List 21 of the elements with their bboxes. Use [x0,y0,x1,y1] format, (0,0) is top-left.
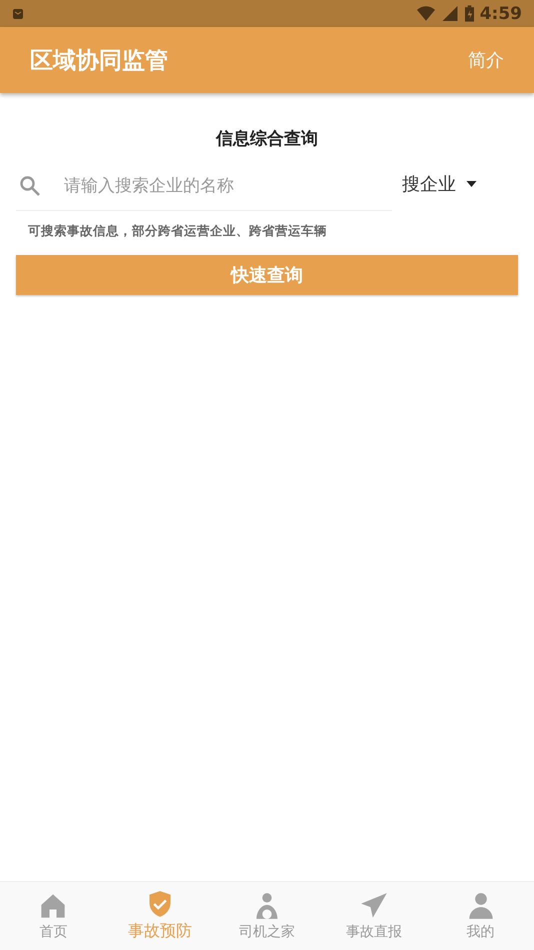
signal-icon [440,6,459,21]
nav-tab[interactable]: 首页 [0,882,107,950]
intro-button[interactable]: 简介 [468,44,504,76]
wifi-icon [416,6,435,21]
quick-search-button[interactable]: 快速查询 [16,255,518,295]
caret-icon [466,181,477,187]
battery-icon [464,5,474,22]
person-icon [466,892,495,920]
nav-tab[interactable]: 我的 [427,882,534,950]
nav-tab[interactable]: 司机之家 [214,882,320,950]
search-hint: 可搜索事故信息，部分跨省运营企业、跨省营运车辆 [28,223,328,240]
nav-tab[interactable]: 事故直报 [320,882,428,950]
app-title: 区域协同监管 [30,46,168,76]
home-icon [39,892,68,920]
nav-tab[interactable]: 事故预防 [106,882,214,950]
search-icon [18,174,42,198]
clock-time: 4:59 [480,4,522,24]
paper-plane-icon [360,892,388,920]
scope-dropdown[interactable]: 搜企业 [402,162,477,206]
notification-icon [12,8,24,20]
section-heading: 信息综合查询 [214,128,319,150]
